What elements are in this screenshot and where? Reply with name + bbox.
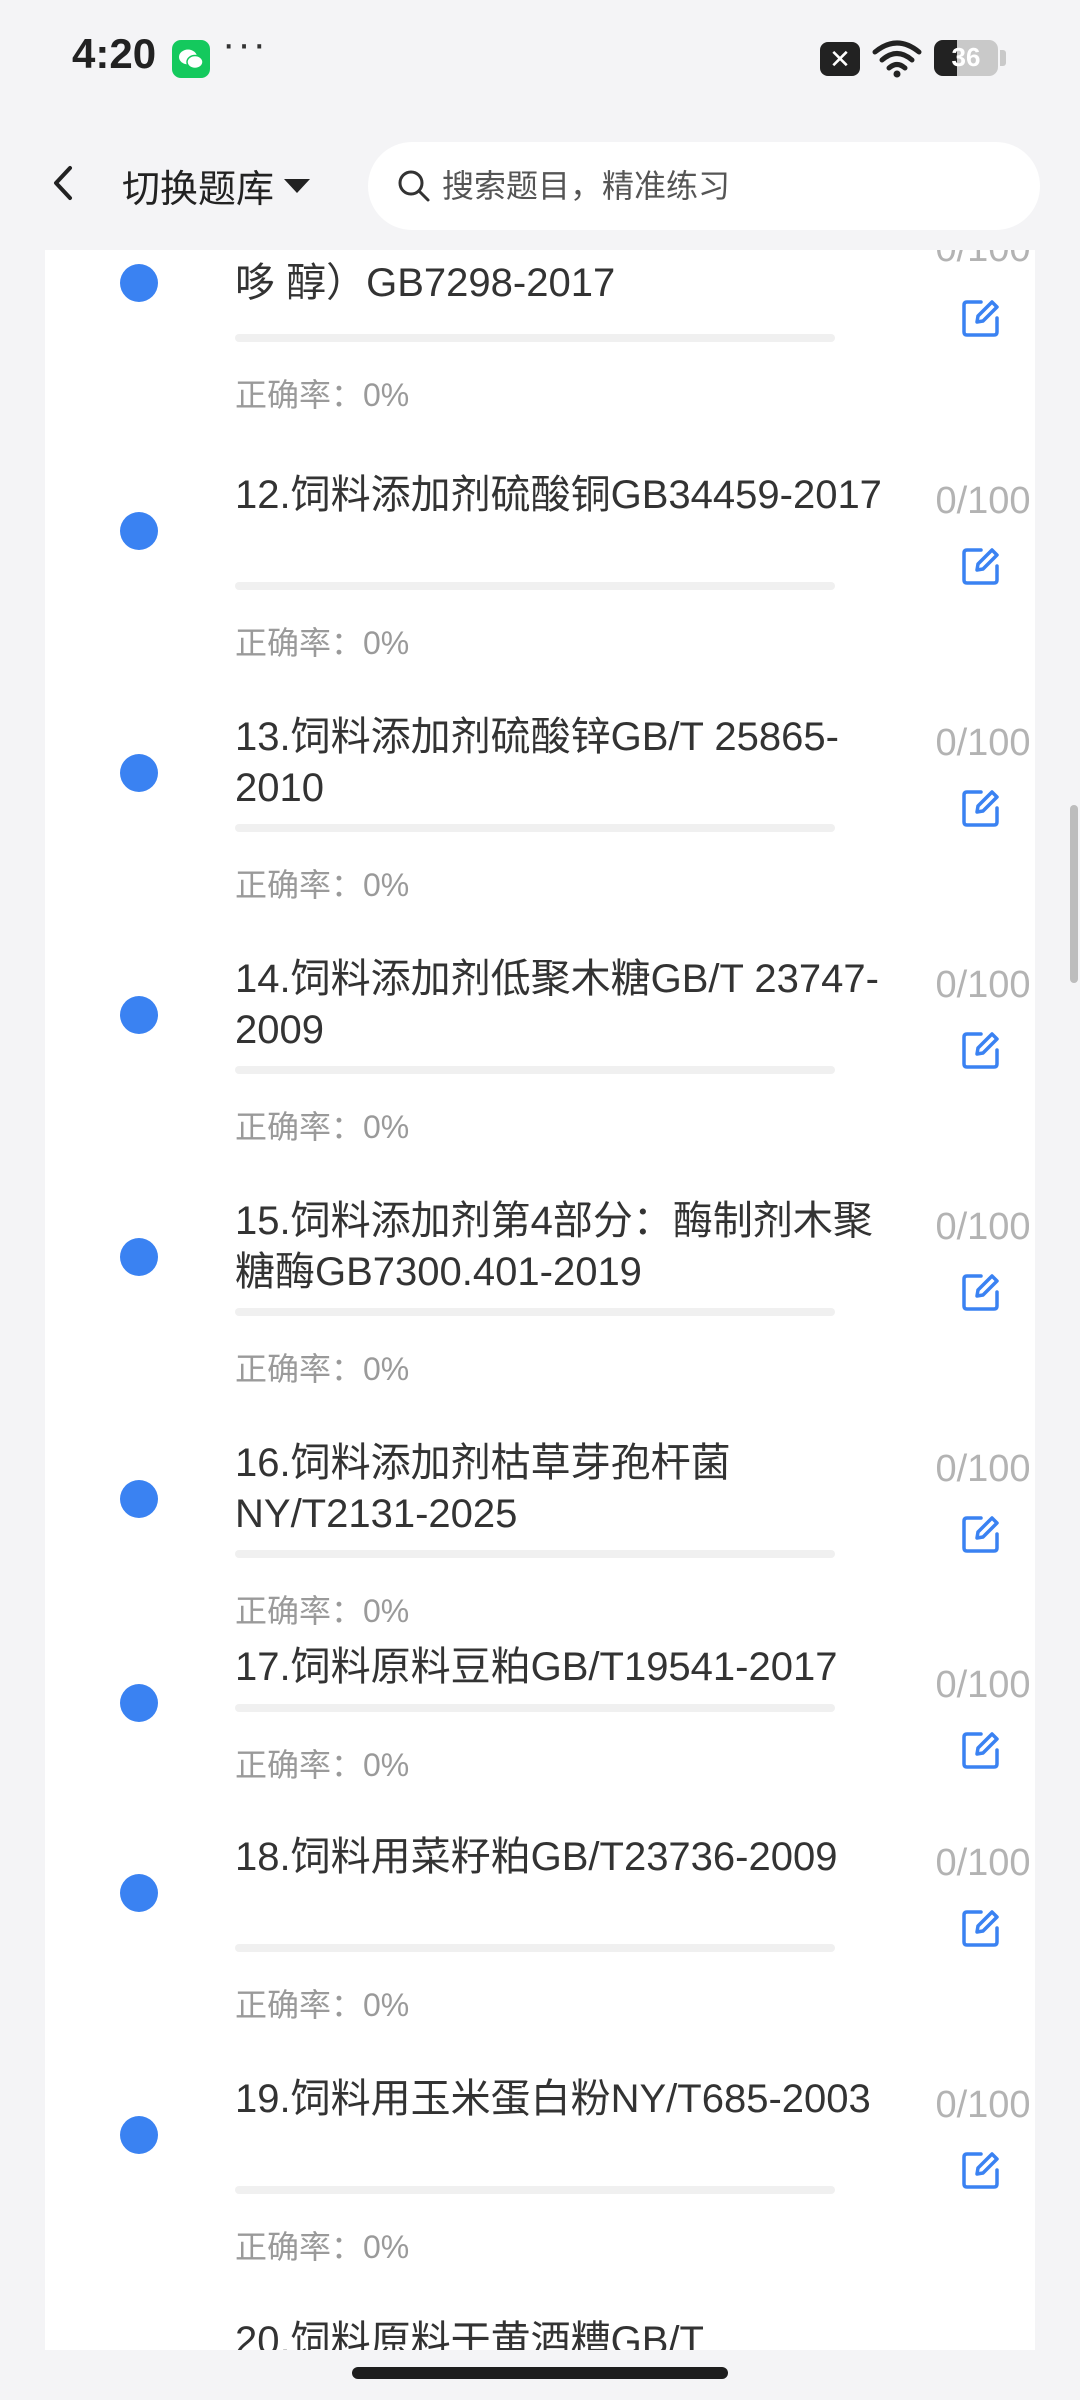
item-count: 0/100 (935, 1842, 1031, 1884)
edit-icon[interactable] (959, 1028, 1003, 1072)
item-count: 0/100 (935, 1206, 1031, 1248)
item-accuracy: 正确率：0% (235, 1593, 410, 1629)
question-bank-switch[interactable]: 切换题库 (122, 158, 311, 213)
item-title: 12.饲料添加剂硫酸铜GB34459-2017 (235, 473, 882, 517)
edit-icon[interactable] (959, 296, 1003, 340)
item-count: 0/100 (935, 480, 1031, 522)
progress-track (235, 1944, 835, 1952)
item-title: 哆 醇）GB7298-2017 (235, 261, 616, 305)
battery-icon: 36 (934, 40, 998, 76)
item-accuracy: 正确率：0% (235, 377, 410, 413)
status-bar: 4:20 ··· ✕ 36 (0, 0, 1080, 120)
status-dot (120, 264, 158, 302)
chevron-left-icon[interactable] (40, 158, 90, 208)
status-dot (120, 996, 158, 1034)
progress-track (235, 824, 835, 832)
status-dot (120, 2116, 158, 2154)
item-accuracy: 正确率：0% (235, 1351, 410, 1387)
progress-track (235, 1066, 835, 1074)
edit-icon[interactable] (959, 1270, 1003, 1314)
item-title: 19.饲料用玉米蛋白粉NY/T685-2003 (235, 2077, 871, 2121)
edit-icon[interactable] (959, 2148, 1003, 2192)
status-dot (120, 1874, 158, 1912)
item-accuracy: 正确率：0% (235, 625, 410, 661)
progress-track (235, 582, 835, 590)
question-bank-switch-label: 切换题库 (122, 169, 275, 211)
status-time: 4:20 (72, 30, 157, 77)
item-title: 17.饲料原料豆粕GB/T19541-2017 (235, 1645, 838, 1689)
item-count: 0/100 (935, 1448, 1031, 1490)
battery-tip (1000, 50, 1006, 66)
battery-level: 36 (951, 42, 981, 72)
search-box[interactable] (368, 142, 1040, 230)
scrollbar[interactable] (1070, 805, 1078, 983)
item-title: 18.饲料用菜籽粕GB/T23736-2009 (235, 1835, 838, 1879)
status-dot (120, 1238, 158, 1276)
item-accuracy: 正确率：0% (235, 1987, 410, 2023)
edit-icon[interactable] (959, 1906, 1003, 1950)
item-title: 14.饲料添加剂低聚木糖GB/T 23747-2009 (235, 957, 879, 1052)
item-title: 15.饲料添加剂第4部分：酶制剂木聚糖酶GB7300.401-2019 (235, 1199, 873, 1294)
list-card: 哆 醇）GB7298-2017 0/100 正确率：0% 12.饲料添加剂硫酸铜… (45, 250, 1035, 2350)
item-accuracy: 正确率：0% (235, 1109, 410, 1145)
edit-icon[interactable] (959, 544, 1003, 588)
progress-track (235, 1704, 835, 1712)
item-title: 20.饲料原料干黄酒糟GB/T (235, 2319, 704, 2350)
more-notifications-icon: ··· (222, 22, 268, 66)
notification-close-icon: ✕ (820, 42, 860, 76)
status-dot (120, 754, 158, 792)
item-title: 13.饲料添加剂硫酸锌GB/T 25865-2010 (235, 715, 839, 810)
progress-track (235, 1550, 835, 1558)
edit-icon[interactable] (959, 1512, 1003, 1556)
wechat-icon (172, 40, 210, 78)
item-count: 0/100 (883, 250, 1080, 271)
status-dot (120, 1684, 158, 1722)
progress-track (235, 1308, 835, 1316)
edit-icon[interactable] (959, 786, 1003, 830)
search-icon (396, 168, 432, 204)
edit-icon[interactable] (959, 1728, 1003, 1772)
progress-track (235, 2186, 835, 2194)
item-count: 0/100 (935, 722, 1031, 764)
item-count: 0/100 (935, 1664, 1031, 1706)
progress-track (235, 334, 835, 342)
item-accuracy: 正确率：0% (235, 2229, 410, 2265)
search-input[interactable] (440, 166, 1004, 206)
item-title: 16.饲料添加剂枯草芽孢杆菌NY/T2131-2025 (235, 1441, 731, 1536)
home-indicator[interactable] (352, 2367, 728, 2379)
item-count: 0/100 (935, 964, 1031, 1006)
item-accuracy: 正确率：0% (235, 867, 410, 903)
item-count: 0/100 (935, 2084, 1031, 2126)
status-dot (120, 1480, 158, 1518)
question-bank-list[interactable]: 哆 醇）GB7298-2017 0/100 正确率：0% 12.饲料添加剂硫酸铜… (0, 250, 1080, 2350)
item-accuracy: 正确率：0% (235, 1747, 410, 1783)
status-dot (120, 512, 158, 550)
wifi-icon (872, 38, 922, 78)
app-header: 切换题库 (0, 120, 1080, 250)
caret-down-icon (284, 178, 311, 193)
